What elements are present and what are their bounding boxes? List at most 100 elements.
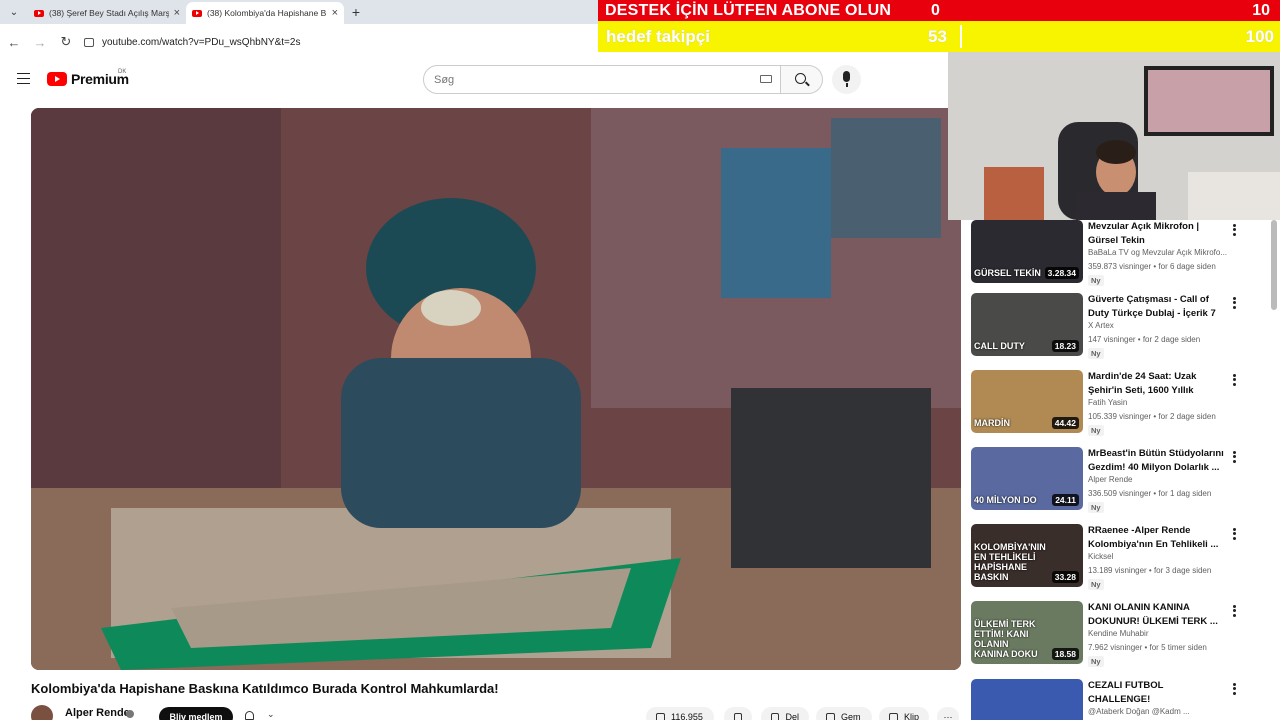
menu-icon[interactable] [17,73,30,84]
scissors-icon [889,712,898,720]
video-player[interactable] [31,108,961,670]
back-arrow-icon[interactable]: ← [6,35,22,50]
thumbnail-text: MARDİN [974,418,1010,428]
dislike-button[interactable] [724,707,752,720]
join-button[interactable]: Bliv medlem [159,707,233,720]
search-icon [795,73,806,84]
follower-goal-count: 100 [1245,26,1274,46]
follower-goal-label: hedef takipçi [606,26,710,46]
recommendation-title[interactable]: Güverte Çatışması - Call of Duty Türkçe … [1088,293,1228,321]
tab-close-icon[interactable]: × [174,7,180,19]
tab-title: (38) Kolombiya'da Hapishane B [207,8,327,18]
voice-search-button[interactable] [832,65,861,94]
recommendation-channel[interactable]: Alper Rende [1088,475,1248,484]
recommendation-channel[interactable]: Kendine Muhabir [1088,629,1248,638]
video-thumbnail[interactable] [971,679,1083,720]
recommendation-channel[interactable]: X Artex [1088,321,1248,330]
bell-icon[interactable] [245,711,254,720]
recommendation-channel[interactable]: @Ataberk Doğan @Kadm ... [1088,707,1248,716]
follower-goal-banner: hedef takipçi 53 100 [598,21,1280,52]
url-text[interactable]: youtube.com/watch?v=PDu_wsQhbNY&t=2s [102,37,300,48]
like-button[interactable]: 116.955 [646,707,714,720]
subscribe-goal-banner: DESTEK İÇİN LÜTFEN ABONE OLUN 0 10 [598,0,1280,21]
subscribe-message: DESTEK İÇİN LÜTFEN ABONE OLUN [605,1,892,19]
more-vert-icon[interactable] [1230,681,1238,696]
recommendation-meta: 7.962 visninger • for 5 timer siden [1088,643,1207,652]
search-input[interactable]: Søg [423,65,781,94]
webcam-overlay [948,52,1280,220]
like-count: 116.955 [671,712,703,720]
recommendation-title[interactable]: Mevzular Açık Mikrofon | Gürsel Tekin [1088,220,1228,248]
more-vert-icon[interactable] [1230,372,1238,387]
menu-dot [1232,532,1236,535]
more-vert-icon[interactable] [1230,222,1238,237]
recommendation-meta: 105.339 visninger • for 2 dage siden [1088,412,1216,421]
new-badge: Ny [1088,579,1104,590]
recommendation-channel[interactable]: Fatih Yasin [1088,398,1248,407]
tab-close-icon[interactable]: × [332,7,338,19]
more-vert-icon[interactable] [1230,603,1238,618]
country-code: DK [118,69,127,75]
more-actions-button[interactable]: ··· [937,707,959,720]
recommendation-item[interactable]: GÜRSEL TEKİN 3.28.34 Mevzular Açık Mikrofo… [970,220,1270,296]
recommendation-title[interactable]: CEZALI FUTBOL CHALLENGE! [1088,679,1228,707]
thumbnail-text: ÜLKEMİ TERK ETTİM! KANI OLANIN KANINA DO… [974,619,1038,659]
video-duration: 44.42 [1051,417,1079,429]
forward-arrow-icon[interactable]: → [32,35,48,50]
video-thumbnail[interactable]: KOLOMBİYA'NIN EN TEHLİKELİ HAPİSHANE BAS… [971,524,1083,587]
recommendation-item[interactable]: CALL DUTY 18.23 Güverte Çatışması - Call o… [970,293,1270,369]
verified-icon [126,710,134,718]
menu-dot [1232,296,1236,300]
menu-dot [1232,536,1236,540]
video-thumbnail[interactable]: CALL DUTY 18.23 [971,293,1083,356]
browser-tab-2[interactable]: (38) Kolombiya'da Hapishane B × [186,2,344,24]
follower-current-count: 53 [928,26,947,46]
recommendation-channel[interactable]: BaBaLa TV og Mevzular Açık Mikrofo... [1088,248,1248,257]
channel-avatar[interactable] [31,705,53,720]
recommendation-title[interactable]: RRaenee -Alper Rende Kolombiya'nın En Te… [1088,524,1228,552]
recommendation-title[interactable]: MrBeast'in Bütün Stüdyolarını Gezdim! 40… [1088,447,1228,475]
url-field[interactable]: youtube.com/watch?v=PDu_wsQhbNY&t=2s [84,37,300,48]
video-duration: 3.28.34 [1044,267,1079,279]
recommendation-item[interactable]: 40 MİLYON DO 24.11 MrBeast'in Bütün Stüdyo… [970,447,1270,523]
video-thumbnail[interactable]: MARDİN 44.42 [971,370,1083,433]
recommendation-item[interactable]: ÜLKEMİ TERK ETTİM! KANI OLANIN KANINA DO… [970,601,1270,677]
recommendation-item[interactable]: CEZALI FUTBOL CHALLENGE! @Ataberk Doğan @… [970,679,1270,720]
recommendation-channel[interactable]: Kicksel [1088,552,1248,561]
new-tab-button[interactable]: + [344,2,368,24]
clip-button[interactable]: Klip [879,707,929,720]
youtube-header: Premium DK Søg [0,60,948,100]
sidebar-scrollbar[interactable] [1271,220,1277,310]
keyboard-icon[interactable] [760,75,772,83]
channel-name[interactable]: Alper Rende [65,707,130,719]
menu-dot [1232,305,1236,309]
recommendation-item[interactable]: MARDİN 44.42 Mardin'de 24 Saat: Uzak Şehir… [970,370,1270,446]
more-vert-icon[interactable] [1230,449,1238,464]
tab-search-chevron-icon[interactable]: ⌄ [0,0,28,24]
video-thumbnail[interactable]: 40 MİLYON DO 24.11 [971,447,1083,510]
save-button[interactable]: Gem [816,707,872,720]
site-info-icon[interactable] [84,37,94,47]
video-thumbnail[interactable]: ÜLKEMİ TERK ETTİM! KANI OLANIN KANINA DO… [971,601,1083,664]
more-vert-icon[interactable] [1230,295,1238,310]
menu-dot [1232,459,1236,463]
chevron-down-icon[interactable]: ⌄ [267,709,275,720]
browser-tab-1[interactable]: (38) Şeref Bey Stadı Açılış Marşı × [28,2,186,24]
recommendation-item[interactable]: KOLOMBİYA'NIN EN TEHLİKELİ HAPİSHANE BAS… [970,524,1270,600]
divider [960,25,962,48]
youtube-premium-logo[interactable]: Premium [47,71,129,87]
more-vert-icon[interactable] [1230,526,1238,541]
video-thumbnail[interactable]: GÜRSEL TEKİN 3.28.34 [971,220,1083,283]
recommendation-title[interactable]: KANI OLANIN KANINA DOKUNUR! ÜLKEMİ TERK … [1088,601,1228,629]
tab-title: (38) Şeref Bey Stadı Açılış Marşı [49,8,169,18]
clip-label: Klip [903,712,919,720]
search-button[interactable] [781,65,823,94]
more-icon: ··· [943,712,953,720]
video-duration: 33.28 [1051,571,1079,583]
thumbs-down-icon [734,712,742,720]
reload-icon[interactable]: ↻ [58,34,74,50]
share-button[interactable]: Del [761,707,809,720]
video-duration: 18.58 [1051,648,1079,660]
recommendation-title[interactable]: Mardin'de 24 Saat: Uzak Şehir'in Seti, 1… [1088,370,1228,398]
video-title: Kolombiya'da Hapishane Baskına Katıldımc… [31,681,499,696]
